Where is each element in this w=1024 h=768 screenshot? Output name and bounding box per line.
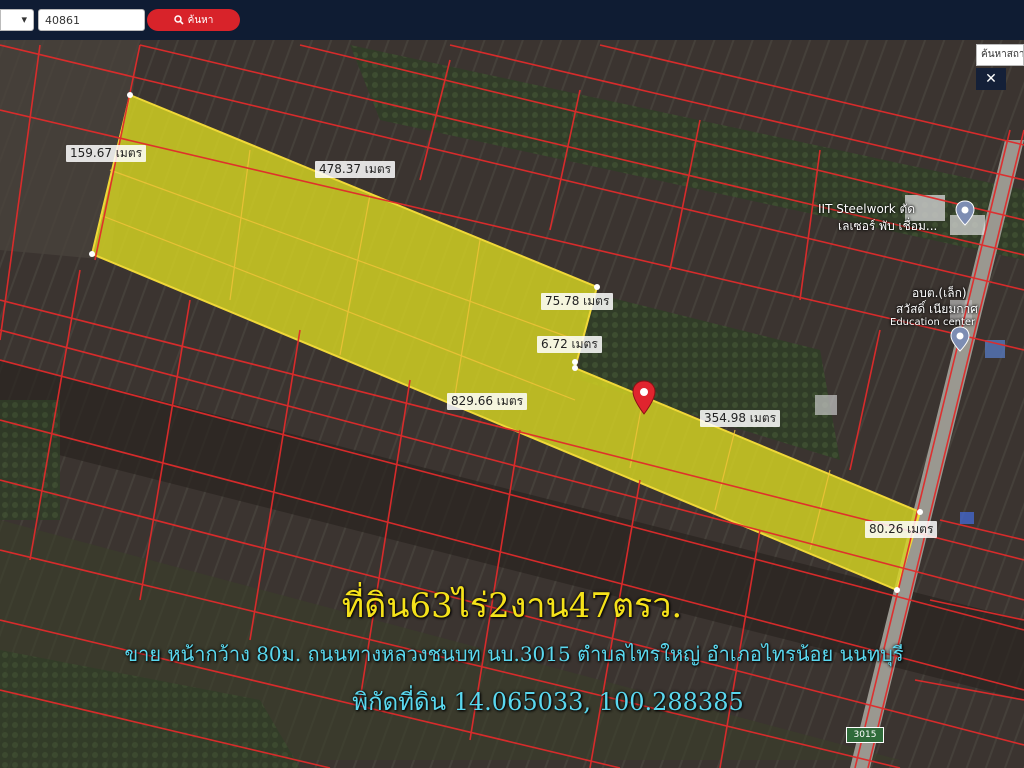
top-toolbar: ▾ ค้นหา [0,0,1024,40]
distance-label: 75.78 เมตร [541,293,614,310]
map-pin-icon[interactable] [632,380,656,416]
distance-label: 478.37 เมตร [315,161,396,178]
location-marker-icon[interactable] [950,326,970,352]
land-size-title: ที่ดิน63ไร่2งาน47ตรว. [341,586,683,626]
search-button[interactable]: ค้นหา [147,9,240,31]
land-coordinates: พิกัดที่ดิน 14.065033, 100.288385 [352,688,744,716]
parcel-number-input[interactable] [38,9,145,31]
land-description: ขาย หน้ากว้าง 80ม. ถนนทางหลวงชนบท นบ.301… [124,642,904,666]
place-search-input[interactable]: ค้นหาสถา [976,44,1024,66]
search-button-label: ค้นหา [187,14,214,26]
poi-label: เลเซอร์ พับ เชื่อม... [838,219,938,233]
chevron-down-icon: ▾ [21,13,27,26]
poi-label: Education center [890,317,976,328]
distance-label: 6.72 เมตร [537,336,602,353]
distance-label: 354.98 เมตร [700,410,781,427]
location-marker-icon[interactable] [955,200,975,226]
distance-label: 80.26 เมตร [865,521,938,538]
route-shield: 3015 [846,727,884,743]
distance-label: 829.66 เมตร [447,393,528,410]
search-icon [173,15,184,25]
province-select[interactable]: ▾ [0,9,34,31]
distance-label: 159.67 เมตร [66,145,147,162]
close-icon[interactable]: ✕ [976,68,1006,90]
